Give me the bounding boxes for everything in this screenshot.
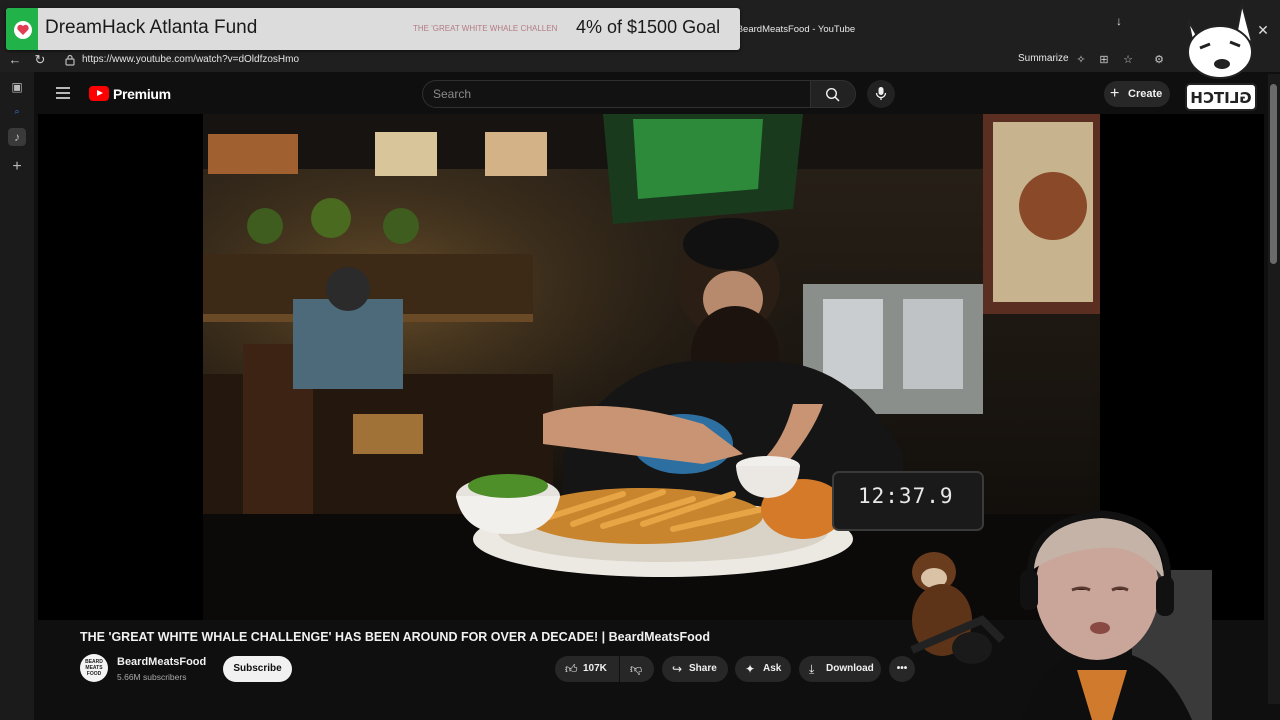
- fundraiser-title: DreamHack Atlanta Fund: [45, 17, 258, 38]
- search-input[interactable]: [433, 86, 793, 102]
- channel-avatar[interactable]: BEARD MEATS FOOD: [80, 654, 108, 682]
- mouse-cursor-icon: ↓: [1116, 14, 1122, 28]
- thumbs-down-icon: 👎︎: [630, 662, 643, 676]
- dislike-button[interactable]: 👎︎: [620, 656, 654, 682]
- svg-text:GLITCH: GLITCH: [1190, 89, 1251, 107]
- ask-label: Ask: [763, 663, 782, 674]
- fundraiser-goal: 4% of $1500 Goal: [576, 17, 721, 37]
- back-icon[interactable]: ←: [6, 51, 24, 69]
- thumbs-up-icon: 👍︎: [565, 662, 578, 676]
- video-title: THE 'GREAT WHITE WHALE CHALLENGE' HAS BE…: [80, 630, 711, 644]
- youtube-logo-icon[interactable]: [89, 86, 109, 101]
- like-count: 107K: [583, 663, 607, 674]
- add-panel-icon[interactable]: +: [8, 158, 26, 176]
- site-info-icon[interactable]: [64, 53, 76, 66]
- share-button[interactable]: ↪ Share: [662, 656, 728, 682]
- heart-badge-icon: [14, 21, 32, 39]
- fundraiser-icon-box: [6, 8, 38, 50]
- plus-icon: +: [1110, 85, 1120, 102]
- search-icon: [825, 87, 840, 102]
- streamer-webcam: [902, 500, 1280, 720]
- subscribe-button[interactable]: Subscribe: [223, 656, 292, 682]
- audio-panel-icon[interactable]: ♪: [8, 128, 26, 146]
- subscriber-count: 5.66M subscribers: [117, 672, 187, 682]
- tabs-panel-icon[interactable]: ▣: [8, 78, 26, 96]
- search-button[interactable]: [810, 80, 856, 108]
- download-button[interactable]: ⤓ Download: [799, 656, 881, 682]
- webcam-feed-image: [910, 510, 1212, 720]
- bookmark-star-icon[interactable]: ☆: [1120, 52, 1136, 68]
- channel-name[interactable]: BeardMeatsFood: [117, 656, 217, 670]
- like-button[interactable]: 👍︎ 107K: [555, 656, 619, 682]
- download-label: Download: [826, 663, 874, 674]
- download-icon: ⤓: [809, 662, 815, 676]
- hamburger-menu-icon[interactable]: [54, 84, 72, 102]
- active-tab-title[interactable]: E! | BeardMeatsFood - YouTube: [720, 24, 950, 40]
- microphone-icon: [875, 87, 887, 100]
- reload-icon[interactable]: ↻: [31, 51, 49, 69]
- url-field[interactable]: https://www.youtube.com/watch?v=dOldfzos…: [82, 54, 482, 66]
- extension-icon[interactable]: ⚙: [1151, 52, 1167, 68]
- share-label: Share: [689, 663, 717, 674]
- share-icon: ↪: [672, 662, 683, 676]
- summarize-button[interactable]: Summarize: [1018, 53, 1074, 67]
- youtube-premium-label[interactable]: Premium: [113, 86, 173, 104]
- search-box[interactable]: [422, 80, 810, 108]
- ai-icon[interactable]: ✧: [1073, 52, 1089, 68]
- fox-mascot-logo: GLITCH: [1180, 2, 1262, 114]
- voice-search-button[interactable]: [867, 80, 895, 108]
- sparkle-icon: ✦: [745, 662, 756, 676]
- apps-icon[interactable]: ⊞: [1096, 52, 1112, 68]
- scrollbar-thumb[interactable]: [1270, 84, 1277, 264]
- search-panel-icon[interactable]: ⌕: [8, 102, 26, 120]
- fundraiser-ticker: THE 'GREAT WHITE WHALE CHALLEN: [413, 24, 558, 33]
- ask-button[interactable]: ✦ Ask: [735, 656, 791, 682]
